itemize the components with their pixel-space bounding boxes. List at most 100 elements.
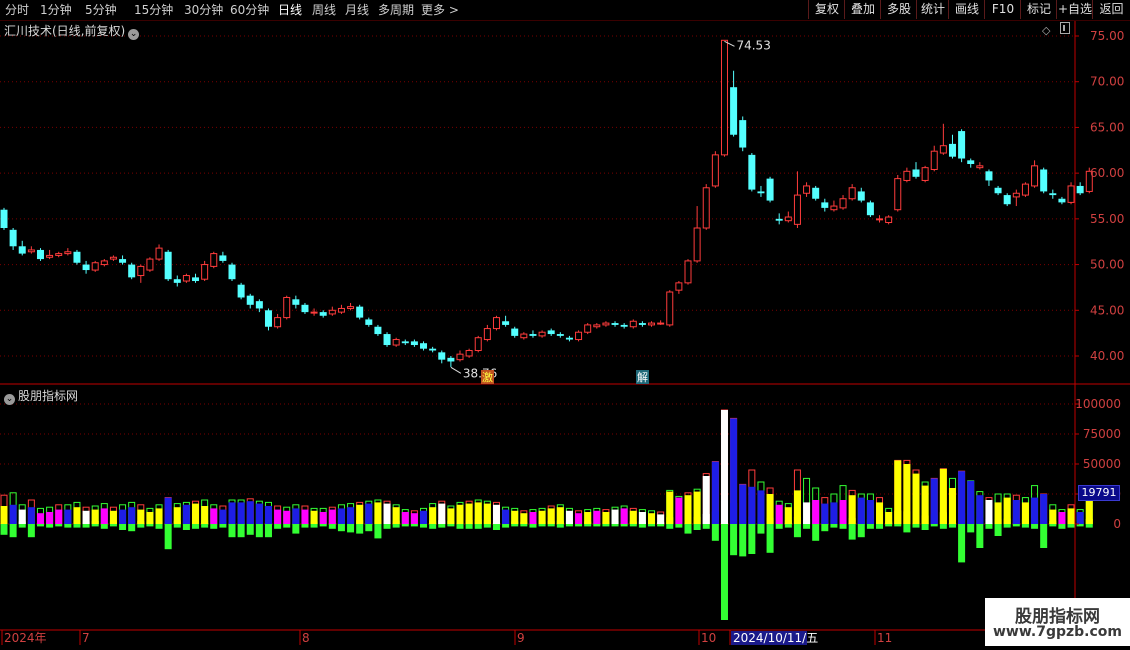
candle-body — [301, 304, 309, 313]
candle — [666, 290, 674, 327]
candle — [757, 185, 765, 197]
period-tab-60min[interactable]: 60分钟 — [230, 2, 269, 18]
candle — [337, 304, 345, 314]
candle-body — [109, 256, 117, 260]
indicator-negative-bar — [292, 524, 300, 534]
candle — [921, 165, 929, 183]
mark-button[interactable]: 标记 — [1020, 0, 1057, 19]
indicator-negative-bar — [866, 524, 874, 529]
period-tab-weekly[interactable]: 周线 — [312, 2, 336, 18]
window-toggle-icon[interactable] — [1060, 22, 1070, 34]
indicator-bar — [401, 509, 409, 527]
indicator-negative-bar — [575, 524, 583, 527]
period-tab-monthly[interactable]: 月线 — [345, 2, 369, 18]
candle — [456, 350, 464, 362]
add-watchlist-button[interactable]: +自选 — [1056, 0, 1093, 19]
time-axis-label: 7 — [82, 631, 90, 645]
indicator-bar — [228, 499, 236, 538]
chevron-down-icon[interactable]: ⌄ — [128, 29, 140, 40]
indicator-sub-bar — [912, 513, 920, 524]
indicator-sub-bar — [565, 521, 573, 524]
indicator-series[interactable] — [0, 409, 1093, 620]
candle — [1040, 167, 1048, 194]
candle — [301, 302, 309, 314]
f10-button[interactable]: F10 — [984, 0, 1021, 19]
period-tab-5min[interactable]: 5分钟 — [85, 2, 117, 18]
indicator-negative-bar — [565, 524, 573, 527]
period-tab-daily[interactable]: 日线 — [278, 2, 302, 18]
indicator-sub-bar — [246, 519, 254, 524]
indicator-sub-bar — [857, 518, 865, 524]
overlay-button[interactable]: 叠加 — [844, 0, 881, 19]
indicator-sub-bar — [228, 519, 236, 524]
indicator-negative-bar — [1021, 524, 1029, 528]
candle-body — [948, 143, 956, 157]
indicator-bar — [328, 506, 336, 529]
indicator-negative-bar — [237, 524, 245, 538]
period-tab-15min[interactable]: 15分钟 — [134, 2, 173, 18]
indicator-negative-bar — [720, 524, 728, 620]
candle-body — [264, 310, 272, 327]
candle-body — [511, 328, 519, 336]
chevron-down-icon[interactable]: ⌄ — [4, 394, 15, 405]
indicator-sub-bar — [1067, 520, 1075, 524]
indicator-bar — [128, 501, 136, 532]
candle-body — [210, 253, 218, 267]
time-axis-label: 2024年 — [4, 631, 47, 645]
indicator-negative-bar — [839, 524, 847, 529]
candle-body — [638, 323, 646, 325]
candle — [976, 162, 984, 170]
indicator-sub-bar — [201, 520, 209, 524]
period-tab-30min[interactable]: 30分钟 — [184, 2, 223, 18]
candlestick-series[interactable] — [0, 39, 1093, 367]
candle — [556, 332, 564, 338]
indicator-bar — [803, 477, 811, 529]
stats-button[interactable]: 统计 — [916, 0, 949, 19]
indicator-sub-bar — [447, 521, 455, 524]
indicator-main-bar — [210, 508, 218, 524]
indicator-negative-bar — [392, 524, 400, 528]
period-tab-more[interactable]: 更多 > — [421, 2, 459, 18]
indicator-sub-bar — [766, 517, 774, 524]
indicator-bar — [857, 493, 865, 538]
candle — [1012, 189, 1020, 207]
time-axis-label: 9 — [517, 631, 525, 645]
back-button[interactable]: 返回 — [1092, 0, 1130, 19]
indicator-main-bar — [620, 508, 628, 524]
draw-line-button[interactable]: 画线 — [948, 0, 985, 19]
indicator-bar — [292, 504, 300, 534]
candle-body — [1012, 192, 1020, 198]
indicator-negative-bar — [438, 524, 446, 528]
candle — [784, 211, 792, 223]
candle-body — [575, 331, 583, 341]
period-toolbar: 分时 1分钟 5分钟 15分钟 30分钟 60分钟 日线 周线 月线 多周期 更… — [0, 0, 1130, 21]
fuquan-button[interactable]: 复权 — [808, 0, 845, 19]
candle-body — [465, 350, 473, 357]
indicator-tick-label: 0 — [1113, 517, 1121, 531]
indicator-bar — [492, 501, 500, 530]
candle-body — [100, 260, 108, 266]
indicator-negative-bar — [420, 524, 428, 528]
candle — [100, 259, 108, 267]
candle-body — [392, 339, 400, 346]
candle — [438, 350, 446, 364]
stock-title: 汇川技术(日线,前复权) — [4, 24, 126, 38]
multi-stock-button[interactable]: 多股 — [880, 0, 917, 19]
period-tab-1min[interactable]: 1分钟 — [40, 2, 72, 18]
indicator-sub-bar — [502, 521, 510, 524]
indicator-negative-bar — [803, 524, 811, 529]
indicator-bar — [894, 459, 902, 527]
period-tab-fenshi[interactable]: 分时 — [5, 2, 29, 18]
indicator-negative-bar — [629, 524, 637, 527]
indicator-sub-bar — [173, 520, 181, 524]
candle-body — [939, 145, 947, 154]
indicator-bar — [556, 504, 564, 528]
indicator-bar — [27, 499, 35, 538]
diamond-icon[interactable]: ◇ — [1042, 24, 1050, 37]
indicator-bar — [356, 501, 364, 534]
indicator-bar — [985, 497, 993, 529]
indicator-bar — [438, 500, 446, 528]
candle — [91, 260, 99, 272]
candle-body — [967, 160, 975, 164]
period-tab-multi[interactable]: 多周期 — [378, 2, 414, 18]
